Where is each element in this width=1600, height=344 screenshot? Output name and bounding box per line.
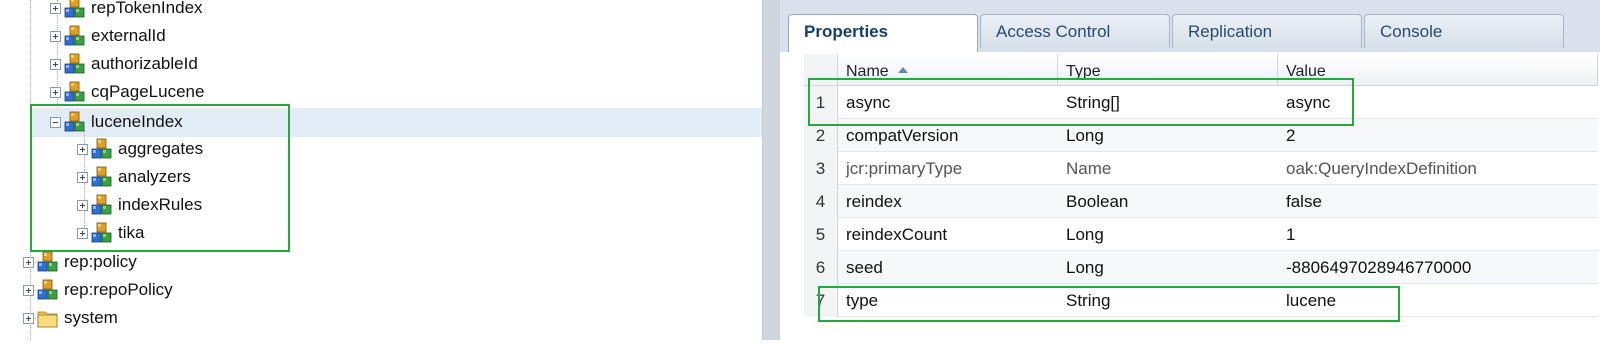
- expand-icon[interactable]: [50, 2, 61, 14]
- expand-icon[interactable]: [50, 30, 61, 42]
- table-row[interactable]: 4 reindex Boolean false: [804, 185, 1598, 218]
- tab-label: Properties: [804, 22, 889, 41]
- tree-node-label: externalId: [91, 26, 166, 45]
- sort-ascending-icon: [898, 67, 908, 73]
- properties-panel: Properties Access Control Replication Co…: [780, 0, 1600, 344]
- tab-properties[interactable]: Properties: [788, 14, 978, 52]
- tree-node-label: cqPageLucene: [91, 82, 205, 101]
- tree-node-rep-policy[interactable]: rep:policy: [23, 248, 137, 276]
- expand-icon[interactable]: [23, 312, 34, 324]
- tab-access-control[interactable]: Access Control: [980, 14, 1170, 48]
- table-row[interactable]: 3 jcr:primaryType Name oak:QueryIndexDef…: [804, 152, 1598, 185]
- node-icon: [37, 279, 58, 300]
- properties-grid: Name Type Value 1 async String[] async 2…: [804, 54, 1598, 344]
- tree-node-label: rep:repoPolicy: [64, 280, 173, 299]
- highlight-box-async-row: [808, 78, 1354, 126]
- cell-name: jcr:primaryType: [846, 159, 963, 178]
- tree-node-cqpagelucene[interactable]: cqPageLucene: [50, 78, 204, 106]
- cell-type: Long: [1066, 258, 1104, 277]
- tree-node-label: repTokenIndex: [91, 0, 203, 17]
- row-number: 5: [804, 218, 838, 251]
- tree-node-label: system: [64, 308, 118, 327]
- row-number: 3: [804, 152, 838, 185]
- expand-icon[interactable]: [50, 58, 61, 70]
- cell-value: oak:QueryIndexDefinition: [1286, 159, 1477, 178]
- cell-value: -8806497028946770000: [1286, 258, 1472, 277]
- cell-value: 1: [1286, 225, 1296, 244]
- cell-type: Boolean: [1066, 192, 1129, 211]
- tree-node-label: rep:policy: [64, 252, 137, 271]
- tree-node-rep-repopolicy[interactable]: rep:repoPolicy: [23, 276, 173, 304]
- tree-node-label: authorizableId: [91, 54, 198, 73]
- panel-splitter[interactable]: [762, 0, 781, 340]
- highlight-box-tree: [30, 104, 290, 252]
- node-icon: [64, 81, 85, 102]
- tree-node-reptokenindex[interactable]: repTokenIndex: [50, 0, 203, 22]
- cell-value: false: [1286, 192, 1322, 211]
- folder-icon: [37, 311, 58, 328]
- cell-name: reindexCount: [846, 225, 948, 244]
- tab-bar: Properties Access Control Replication Co…: [780, 0, 1600, 52]
- tree-node-externalid[interactable]: externalId: [50, 22, 166, 50]
- tab-label: Access Control: [996, 22, 1111, 41]
- cell-type: Long: [1066, 225, 1104, 244]
- highlight-box-type-row: [818, 286, 1400, 322]
- cell-name: reindex: [846, 192, 902, 211]
- tree-node-authorizableid[interactable]: authorizableId: [50, 50, 198, 78]
- tab-replication[interactable]: Replication: [1172, 14, 1362, 48]
- expand-icon[interactable]: [23, 284, 34, 296]
- repository-tree: repTokenIndex externalId authorizableId …: [0, 0, 762, 340]
- node-icon: [64, 53, 85, 74]
- tab-label: Console: [1380, 22, 1443, 41]
- cell-value: 2: [1286, 126, 1296, 145]
- expand-icon[interactable]: [50, 86, 61, 98]
- cell-name: seed: [846, 258, 883, 277]
- cell-type: Long: [1066, 126, 1104, 145]
- tab-console[interactable]: Console: [1364, 14, 1564, 48]
- table-row[interactable]: 5 reindexCount Long 1: [804, 218, 1598, 251]
- expand-icon[interactable]: [23, 256, 34, 268]
- tree-node-system[interactable]: system: [23, 304, 118, 332]
- table-row[interactable]: 6 seed Long -8806497028946770000: [804, 251, 1598, 284]
- tab-label: Replication: [1188, 22, 1273, 41]
- node-icon: [37, 251, 58, 272]
- cell-type: Name: [1066, 159, 1112, 178]
- row-number: 6: [804, 251, 838, 284]
- node-icon: [64, 25, 85, 46]
- cell-name: compatVersion: [846, 126, 959, 145]
- row-number: 4: [804, 185, 838, 218]
- node-icon: [64, 0, 85, 18]
